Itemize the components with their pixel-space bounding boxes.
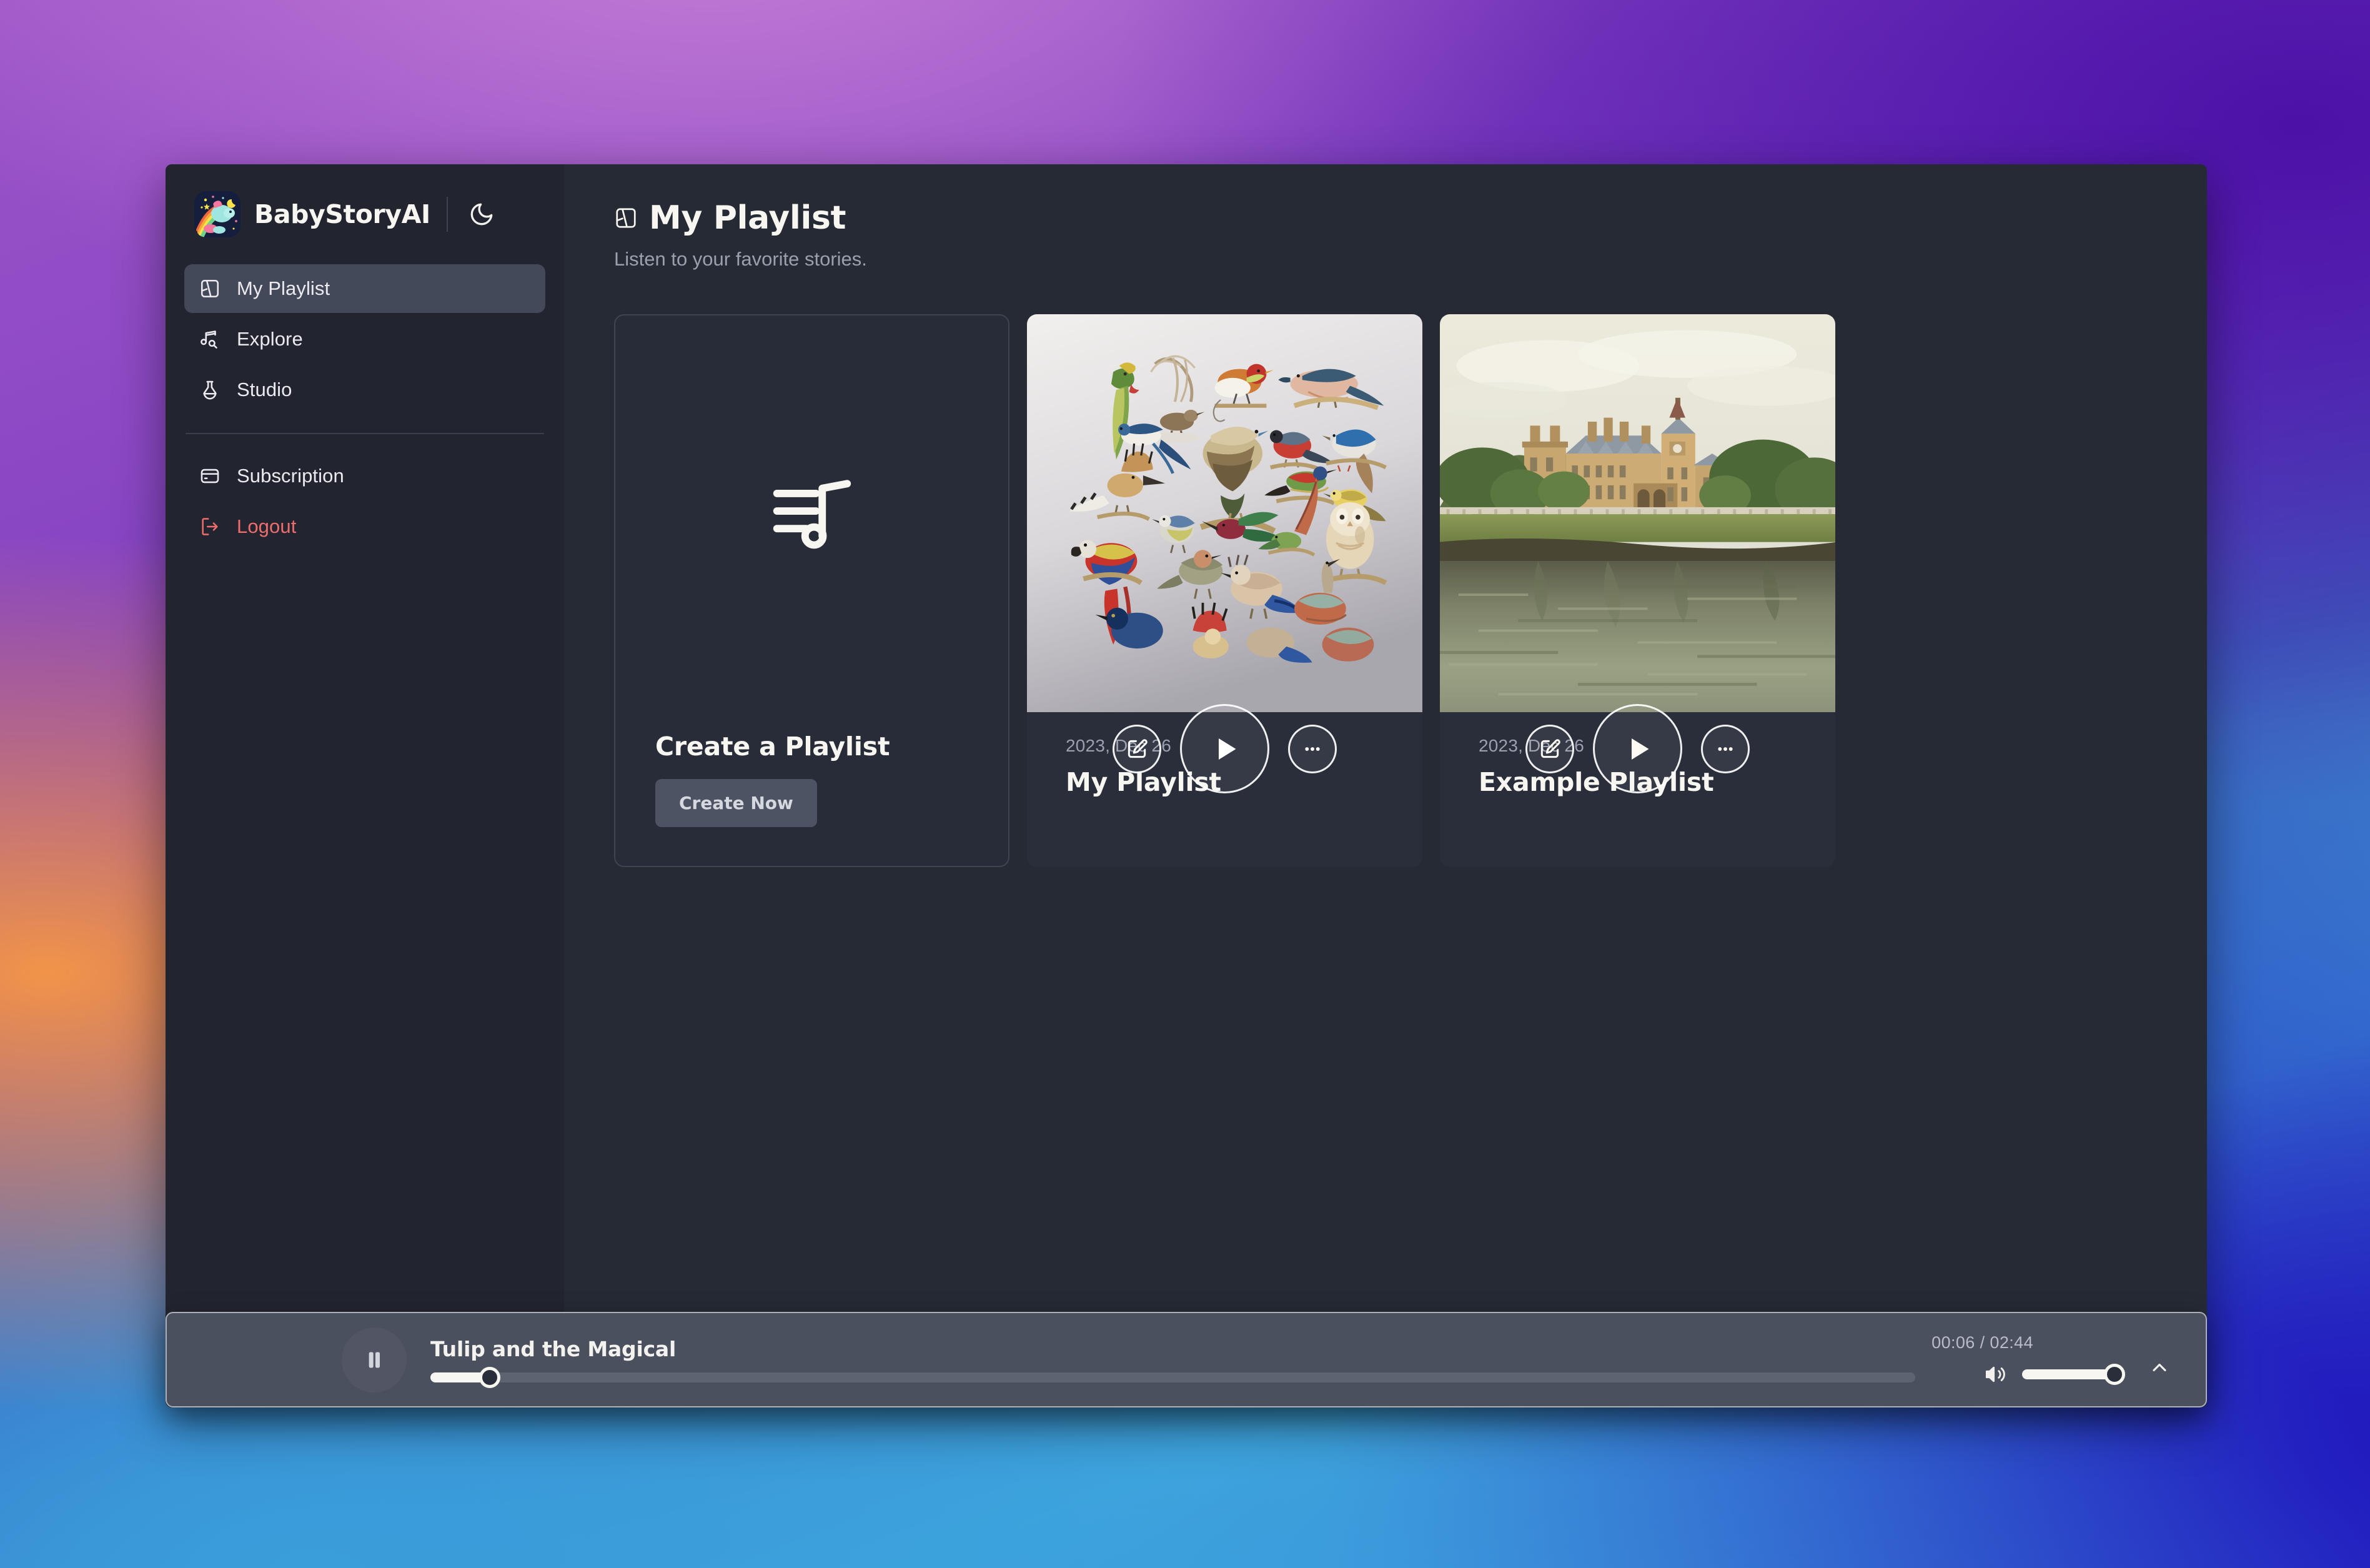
moon-icon xyxy=(469,201,495,227)
player-time-readout: 00:06 / 02:44 xyxy=(1931,1333,2033,1352)
sidebar-divider xyxy=(186,433,544,434)
playlist-more-options-button[interactable] xyxy=(1701,725,1750,773)
playlist-card-controls xyxy=(1440,704,1835,793)
sidebar-item-studio[interactable]: Studio xyxy=(184,365,545,414)
edit-playlist-button[interactable] xyxy=(1525,725,1574,773)
sidebar-item-explore[interactable]: Explore xyxy=(184,315,545,364)
layout-gallery-icon xyxy=(614,206,638,230)
edit-playlist-button[interactable] xyxy=(1113,725,1161,773)
pause-icon xyxy=(362,1347,387,1372)
volume-slider-fill xyxy=(2022,1369,2115,1379)
playback-progress-thumb[interactable] xyxy=(479,1367,500,1388)
play-playlist-button[interactable] xyxy=(1180,704,1269,793)
sidebar-item-my-playlist[interactable]: My Playlist xyxy=(184,264,545,313)
create-card-body: Create a Playlist Create Now xyxy=(655,732,968,866)
birds-illustration-artwork xyxy=(1027,314,1422,712)
layout-gallery-icon xyxy=(197,275,223,302)
volume-control-row xyxy=(1983,1362,2115,1386)
desktop-wallpaper: BabyStoryAI xyxy=(0,0,2370,1568)
player-track-area: Tulip and the Magical xyxy=(430,1337,1915,1382)
primary-nav: My Playlist Explore xyxy=(166,264,564,414)
play-icon xyxy=(1206,730,1244,768)
main-content: My Playlist Listen to your favorite stor… xyxy=(564,164,2207,1407)
create-card-heading: Create a Playlist xyxy=(655,732,968,762)
play-playlist-button[interactable] xyxy=(1593,704,1682,793)
volume-slider-thumb[interactable] xyxy=(2104,1364,2125,1385)
audio-player-bar: Tulip and the Magical 00:06 / 02:44 xyxy=(166,1312,2207,1407)
create-now-button[interactable]: Create Now xyxy=(655,779,817,827)
sidebar-item-label: Subscription xyxy=(237,465,344,487)
sidebar-item-label: Explore xyxy=(237,328,303,350)
ellipsis-icon xyxy=(1301,737,1324,761)
rainbow-elephant-logo-icon xyxy=(194,191,240,237)
sidebar-item-label: Studio xyxy=(237,379,292,401)
chevron-up-icon xyxy=(2148,1356,2171,1379)
playlist-card-controls xyxy=(1027,704,1422,793)
pencil-square-icon xyxy=(1538,737,1562,761)
logout-icon xyxy=(197,514,223,540)
brand-row: BabyStoryAI xyxy=(166,164,564,264)
page-title: My Playlist xyxy=(649,199,846,237)
page-header: My Playlist xyxy=(614,199,2207,237)
app-window: BabyStoryAI xyxy=(166,164,2207,1407)
player-progress-row xyxy=(430,1372,1915,1382)
sidebar-item-label: My Playlist xyxy=(237,277,330,300)
page-subtitle: Listen to your favorite stories. xyxy=(614,248,2207,270)
secondary-nav: Subscription Logout xyxy=(166,452,564,551)
volume-high-icon[interactable] xyxy=(1983,1362,2007,1386)
playlist-grid: Create a Playlist Create Now xyxy=(614,314,2207,867)
volume-slider[interactable] xyxy=(2022,1369,2115,1379)
play-icon xyxy=(1619,730,1657,768)
create-playlist-card[interactable]: Create a Playlist Create Now xyxy=(614,314,1009,867)
playback-progress-slider[interactable] xyxy=(430,1372,1915,1382)
ellipsis-icon xyxy=(1713,737,1737,761)
sidebar-item-logout[interactable]: Logout xyxy=(184,502,545,551)
sidebar-item-subscription[interactable]: Subscription xyxy=(184,452,545,500)
playlist-card[interactable]: 2023, Dec 26 My Playlist xyxy=(1027,314,1422,867)
music-search-icon xyxy=(197,326,223,352)
manor-house-landscape-artwork xyxy=(1440,314,1835,712)
flask-icon xyxy=(197,377,223,403)
pencil-square-icon xyxy=(1125,737,1149,761)
sidebar: BabyStoryAI xyxy=(166,164,564,1407)
playlist-more-options-button[interactable] xyxy=(1288,725,1337,773)
player-expand-button[interactable] xyxy=(2141,1349,2178,1386)
playlist-music-icon xyxy=(655,315,968,732)
credit-card-icon xyxy=(197,463,223,489)
sidebar-item-label: Logout xyxy=(237,515,296,538)
playlist-card[interactable]: 2023, Dec 26 Example Playlist xyxy=(1440,314,1835,867)
brand-name: BabyStoryAI xyxy=(254,199,430,229)
brand-divider xyxy=(447,197,448,232)
player-right-controls: 00:06 / 02:44 xyxy=(1931,1333,2178,1386)
theme-toggle-button[interactable] xyxy=(464,197,499,232)
player-pause-button[interactable] xyxy=(342,1327,407,1392)
player-track-title: Tulip and the Magical xyxy=(430,1337,1915,1361)
